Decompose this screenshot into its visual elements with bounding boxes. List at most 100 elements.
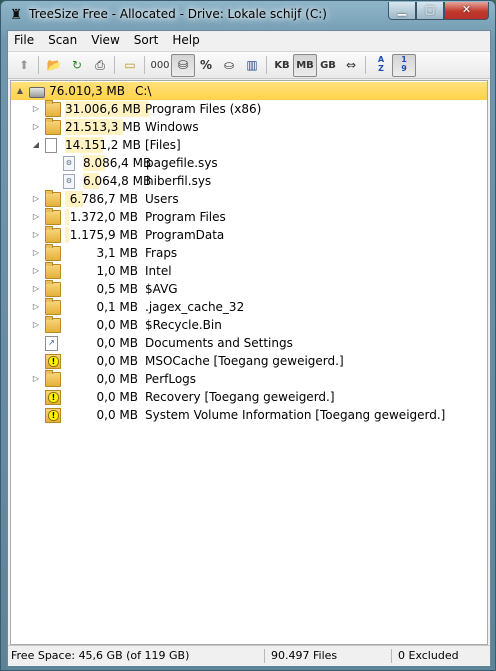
unit-gb-button[interactable]: GB	[316, 54, 340, 77]
size-mode-label: 000	[150, 60, 170, 71]
expand-toggle-icon[interactable]: ▷	[31, 319, 41, 331]
expand-toggle-icon[interactable]: ▷	[31, 103, 41, 115]
status-separator	[264, 649, 265, 663]
file-count-button[interactable]: ⛀	[217, 54, 241, 77]
explorer-button[interactable]: ▭	[118, 54, 142, 77]
tree-row[interactable]: ! 0,0 MB MSOCache [Toegang geweigerd.]	[11, 352, 487, 370]
tree-row[interactable]: ▷ 0,0 MB $Recycle.Bin	[11, 316, 487, 334]
folder-icon	[45, 262, 61, 279]
sort-az-top: A	[377, 55, 385, 64]
refresh-button[interactable]: ↻	[65, 54, 89, 77]
file-icon	[45, 138, 57, 153]
print-button[interactable]: ⎙	[88, 54, 112, 77]
toolbar-separator	[266, 56, 267, 74]
tree-row[interactable]: ▷ 3,1 MB Fraps	[11, 244, 487, 262]
expand-toggle-icon[interactable]: ▷	[31, 229, 41, 241]
tree-row[interactable]: ▷ 0,1 MB .jagex_cache_32	[11, 298, 487, 316]
status-bar: Free Space: 45,6 GB (of 119 GB) 90.497 F…	[8, 645, 490, 666]
columns-icon: ▥	[246, 58, 258, 72]
item-size: 6.786,7 MB	[69, 192, 138, 206]
menu-sort[interactable]: Sort	[127, 31, 166, 50]
system-file-icon: ⚙	[63, 174, 75, 189]
shortcut-icon: ↗	[45, 336, 58, 351]
expand-toggle-icon[interactable]: ▷	[31, 247, 41, 259]
item-name: Fraps	[145, 246, 178, 260]
unit-mb-button[interactable]: MB	[293, 54, 317, 77]
tree-row[interactable]: ▷ 1.372,0 MB Program Files	[11, 208, 487, 226]
tree-row[interactable]: ▷ 6.786,7 MB Users	[11, 190, 487, 208]
expand-spacer	[49, 157, 59, 169]
expand-spacer	[31, 391, 41, 403]
menu-help[interactable]: Help	[165, 31, 206, 50]
expand-toggle-icon[interactable]: ◢	[31, 139, 41, 151]
folder-icon	[45, 370, 61, 387]
up-folder-button[interactable]: ⬆	[12, 54, 36, 77]
percent-button[interactable]: %	[194, 54, 218, 77]
unit-kb-button[interactable]: KB	[270, 54, 294, 77]
free-space-status: Free Space: 45,6 GB (of 119 GB)	[11, 649, 190, 662]
sort-by-name-button[interactable]: AZ	[369, 54, 393, 77]
menu-file[interactable]: File	[8, 31, 41, 50]
minimize-button[interactable]: ▁	[388, 2, 416, 20]
tree-row[interactable]: ▷ 0,0 MB PerfLogs	[11, 370, 487, 388]
client-area: File Scan View Sort Help ⬆ 📂 ↻ ⎙ ▭ 000 ⛁…	[7, 30, 491, 666]
tree-row[interactable]: ! 0,0 MB Recovery [Toegang geweigerd.]	[11, 388, 487, 406]
treesize-app-icon[interactable]: ♜	[7, 6, 25, 24]
folder-icon	[45, 280, 61, 297]
item-name: Windows	[145, 120, 199, 134]
expand-toggle-icon[interactable]: ▷	[31, 373, 41, 385]
tree-row[interactable]: ⚙ 8.086,4 MB pagefile.sys	[11, 154, 487, 172]
item-size: 14.151,2 MB	[65, 138, 141, 152]
menu-scan[interactable]: Scan	[41, 31, 84, 50]
tree-row[interactable]: ▷ 1,0 MB Intel	[11, 262, 487, 280]
tree-row[interactable]: ↗ 0,0 MB Documents and Settings	[11, 334, 487, 352]
item-size: 76.010,3 MB	[49, 84, 125, 98]
folder-icon	[45, 118, 61, 135]
item-name: .jagex_cache_32	[145, 300, 245, 314]
auto-unit-button[interactable]: ⇔	[339, 54, 363, 77]
item-size: 1,0 MB	[96, 264, 138, 278]
item-size: 0,0 MB	[96, 372, 138, 386]
window-title: TreeSize Free - Allocated - Drive: Lokal…	[29, 7, 327, 21]
folder-icon	[45, 244, 61, 261]
expand-toggle-icon[interactable]: ▷	[31, 193, 41, 205]
details-view-button[interactable]: ▥	[240, 54, 264, 77]
open-folder-button[interactable]: 📂	[42, 54, 66, 77]
tree-row[interactable]: ⚙ 6.064,8 MB hiberfil.sys	[11, 172, 487, 190]
expand-toggle-icon[interactable]: ▷	[31, 265, 41, 277]
expand-spacer	[31, 409, 41, 421]
folder-icon	[45, 208, 61, 225]
allocated-space-button[interactable]: ⛁	[171, 54, 195, 77]
warning-folder-icon: !	[45, 354, 61, 369]
item-name: Recovery [Toegang geweigerd.]	[145, 390, 335, 404]
tree-row[interactable]: ▷ 21.513,3 MB Windows	[11, 118, 487, 136]
expand-spacer	[31, 355, 41, 367]
close-icon: ✕	[461, 3, 472, 16]
item-name: MSOCache [Toegang geweigerd.]	[145, 354, 344, 368]
tree-row[interactable]: ▷ 1.175,9 MB ProgramData	[11, 226, 487, 244]
directory-tree[interactable]: ▲ 76.010,3 MB C:\ ▷ 31.006,6 MB Program Files…	[10, 80, 488, 645]
expand-toggle-icon[interactable]: ▷	[31, 211, 41, 223]
tree-row[interactable]: ◢ 14.151,2 MB [Files]	[11, 136, 487, 154]
expand-toggle-icon[interactable]: ▲	[15, 85, 25, 97]
item-size: 8.086,4 MB	[83, 156, 152, 170]
close-button[interactable]: ✕	[444, 2, 489, 20]
tree-row[interactable]: ▷ 31.006,6 MB Program Files (x86)	[11, 100, 487, 118]
printer-icon: ⎙	[95, 58, 105, 72]
folder-icon: ▭	[124, 58, 136, 72]
maximize-button[interactable]: ▢	[416, 2, 444, 20]
menu-view[interactable]: View	[84, 31, 126, 50]
expand-spacer	[49, 175, 59, 187]
title-bar[interactable]: ♜ TreeSize Free - Allocated - Drive: Lok…	[1, 1, 495, 29]
toolbar: ⬆ 📂 ↻ ⎙ ▭ 000 ⛁ % ⛀ ▥ KB MB GB ⇔ AZ 19	[8, 51, 490, 79]
show-size-button[interactable]: 000	[148, 54, 172, 77]
tree-row[interactable]: ▲ 76.010,3 MB C:\	[11, 82, 487, 100]
expand-toggle-icon[interactable]: ▷	[31, 121, 41, 133]
item-name: [Files]	[145, 138, 181, 152]
expand-toggle-icon[interactable]: ▷	[31, 283, 41, 295]
expand-toggle-icon[interactable]: ▷	[31, 301, 41, 313]
tree-row[interactable]: ! 0,0 MB System Volume Information [Toegan…	[11, 406, 487, 424]
tree-row[interactable]: ▷ 0,5 MB $AVG	[11, 280, 487, 298]
open-folder-icon: 📂	[46, 58, 62, 72]
sort-by-size-button[interactable]: 19	[392, 54, 416, 77]
